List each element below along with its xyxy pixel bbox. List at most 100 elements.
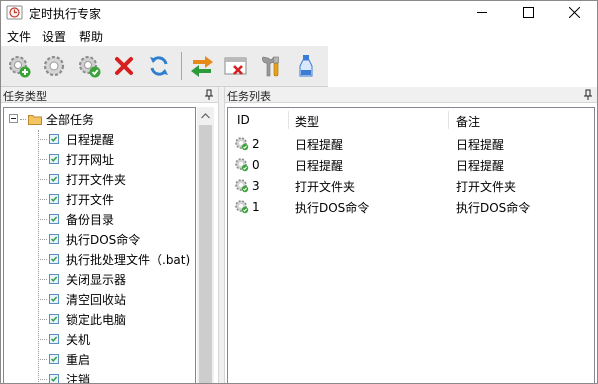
leaf-task-icon	[49, 374, 59, 383]
task-id: 0	[252, 157, 260, 172]
tree-item[interactable]: 打开文件	[38, 189, 114, 209]
tools-icon	[261, 56, 279, 77]
tree-connector	[38, 318, 47, 320]
menu-settings[interactable]: 设置	[42, 28, 66, 45]
tree-item[interactable]: 锁定此电脑	[38, 309, 126, 329]
close-window-task-button[interactable]	[220, 50, 251, 82]
leaf-task-icon	[49, 354, 59, 364]
column-divider[interactable]	[448, 111, 449, 129]
task-type-tree[interactable]: 全部任务 日程提醒打开网址打开文件夹打开文件备份目录 执行DOS命令 执行批处理文件…	[3, 107, 196, 383]
task-type-header: 任务类型	[1, 87, 218, 103]
tree-item[interactable]: 关机	[38, 329, 90, 349]
task-list[interactable]: ID 类型 备注 2 日程提醒 日程提醒 0 日程提醒 日程提醒 3 打开文件夹 打开文件夹 1 执…	[227, 107, 595, 383]
task-gear-icon	[235, 179, 249, 193]
task-note-cell: 日程提醒	[456, 159, 505, 173]
add-task-button[interactable]	[3, 50, 34, 82]
table-row[interactable]: 2 日程提醒 日程提醒	[228, 133, 594, 154]
enable-task-gear-icon	[78, 56, 100, 78]
leaf-task-icon	[49, 314, 59, 324]
tree-connector	[38, 198, 47, 200]
tree-connector	[38, 278, 47, 280]
task-type-cell: 日程提醒	[295, 138, 344, 152]
delete-x-icon	[114, 57, 133, 75]
tree-item-label: 打开网址	[66, 152, 115, 167]
app-window: 定时执行专家 文件 设置 帮助 任务类型 全部任务 日程提醒 打开网址 打开文件…	[0, 0, 598, 384]
menu-file[interactable]: 文件	[7, 28, 31, 45]
column-header-id[interactable]: ID	[237, 113, 250, 127]
task-id: 1	[252, 199, 260, 214]
pin-icon[interactable]	[204, 89, 214, 101]
table-row[interactable]: 0 日程提醒 日程提醒	[228, 154, 594, 175]
tree-item[interactable]: 关闭显示器	[38, 269, 126, 289]
tree-item-label: 打开文件夹	[66, 172, 127, 187]
tree-item-label: 日程提醒	[66, 132, 115, 147]
task-list-header: 任务列表	[225, 87, 597, 103]
table-row[interactable]: 3 打开文件夹 打开文件夹	[228, 175, 594, 196]
task-type-cell: 执行DOS命令	[295, 201, 370, 215]
bottle-button[interactable]	[290, 50, 321, 82]
tree-item-label: 锁定此电脑	[66, 312, 127, 327]
tree-scrollbar[interactable]	[197, 107, 214, 383]
tree-item[interactable]: 执行批处理文件（.bat)	[38, 249, 190, 269]
window-title: 定时执行专家	[29, 7, 102, 21]
leaf-task-icon	[49, 294, 59, 304]
close-button[interactable]	[551, 1, 597, 24]
refresh-button[interactable]	[143, 50, 174, 82]
tree-item[interactable]: 备份目录	[38, 209, 114, 229]
bottle-icon	[299, 55, 312, 77]
folder-icon	[28, 114, 42, 125]
tree-item[interactable]: 日程提醒	[38, 129, 114, 149]
tree-item[interactable]: 清空回收站	[38, 289, 126, 309]
switch-button[interactable]	[186, 50, 217, 82]
leaf-task-icon	[49, 134, 59, 144]
leaf-task-icon	[49, 254, 59, 264]
tree-item[interactable]: 打开网址	[38, 149, 114, 169]
leaf-task-icon	[49, 214, 59, 224]
minimize-button[interactable]	[459, 1, 505, 24]
enable-task-button[interactable]	[73, 50, 104, 82]
menu-help[interactable]: 帮助	[79, 28, 103, 45]
tree-collapse-toggle[interactable]	[9, 114, 18, 123]
task-gear-icon	[235, 137, 249, 151]
tree-item-label: 打开文件	[66, 192, 115, 207]
tree-connector	[38, 298, 47, 300]
pin-icon[interactable]	[583, 89, 593, 101]
tree-item[interactable]: 重启	[38, 349, 90, 369]
add-task-gear-icon	[8, 56, 30, 78]
task-type-title: 任务类型	[3, 90, 47, 103]
tree-connector	[38, 358, 47, 360]
title-bar[interactable]: 定时执行专家	[1, 1, 597, 24]
column-header-type[interactable]: 类型	[295, 113, 319, 130]
id-cell: 3	[234, 178, 260, 193]
tools-button[interactable]	[255, 50, 286, 82]
tree-item-label: 关机	[66, 332, 91, 347]
settings-gear-icon	[43, 55, 64, 77]
task-type-panel: 任务类型 全部任务 日程提醒打开网址打开文件夹打开文件备份目录 执行DOS命令 执行…	[1, 87, 218, 383]
task-id: 3	[252, 178, 260, 193]
maximize-button[interactable]	[505, 1, 551, 24]
app-clock-icon	[6, 5, 23, 20]
minimize-icon	[476, 12, 487, 13]
panel-splitter[interactable]	[218, 87, 225, 383]
tree-item-label: 重启	[66, 352, 91, 367]
task-list-title: 任务列表	[227, 90, 271, 103]
swap-arrows-icon	[190, 56, 213, 77]
leaf-task-icon	[49, 274, 59, 284]
scroll-up-button[interactable]	[197, 107, 214, 124]
id-cell: 0	[234, 157, 260, 172]
leaf-task-icon	[49, 154, 59, 164]
tree-root-all-tasks[interactable]: 全部任务	[20, 109, 94, 129]
column-divider[interactable]	[288, 111, 289, 129]
tree-item[interactable]: 打开文件夹	[38, 169, 126, 189]
scroll-thumb[interactable]	[199, 125, 212, 383]
task-note-cell: 日程提醒	[456, 138, 505, 152]
table-row[interactable]: 1 执行DOS命令 执行DOS命令	[228, 196, 594, 217]
delete-task-button[interactable]	[108, 50, 139, 82]
id-cell: 1	[234, 199, 260, 214]
tree-item[interactable]: 注销	[38, 369, 90, 383]
leaf-task-icon	[49, 334, 59, 344]
column-header-note[interactable]: 备注	[456, 113, 480, 130]
tree-connector	[38, 338, 47, 340]
tree-item[interactable]: 执行DOS命令	[38, 229, 140, 249]
settings-button[interactable]	[38, 50, 69, 82]
